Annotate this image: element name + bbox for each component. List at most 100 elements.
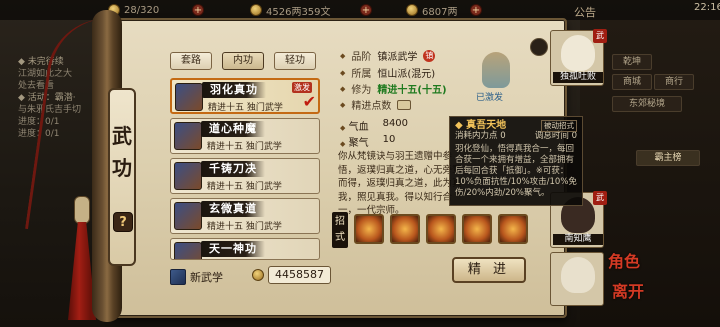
skill-level: 精进十五 独门武学	[207, 182, 282, 192]
help-button[interactable]: ?	[113, 212, 133, 232]
menu-button[interactable]: 东郊秘境	[612, 96, 682, 112]
cost-value: 0	[500, 131, 506, 141]
tab-internal[interactable]: 内功	[222, 52, 264, 70]
meditating-figure-icon	[482, 52, 510, 88]
skill-row[interactable]: 羽化真功 精进十五 独门武学 激发 ✔	[170, 78, 320, 114]
silver-icon	[406, 4, 418, 16]
book-icon	[174, 242, 202, 259]
skill-description: 你从梵镜诀与羽王遗赠中参悟，返璞归真之道，心无旁骛而得，返璞归真之道，此为真我，…	[338, 151, 462, 216]
menu-button[interactable]: 商行	[654, 74, 694, 90]
new-skill-button[interactable]: 新武学	[170, 268, 240, 286]
move-slot[interactable]	[354, 214, 384, 244]
cd-value: 0	[571, 131, 577, 141]
diamond-icon: ◆	[340, 124, 346, 132]
coin-icon	[250, 4, 262, 16]
skill-level: 精进十五 独门武学	[207, 142, 282, 152]
move-slot[interactable]	[462, 214, 492, 244]
side-title: 武功	[112, 124, 132, 180]
points-label: 精进点数	[351, 101, 392, 112]
close-icon[interactable]	[530, 38, 548, 56]
hero-portrait	[561, 35, 595, 71]
add-stamina-button[interactable]: +	[192, 4, 204, 16]
rank-label: 品阶	[351, 52, 372, 63]
practice-button[interactable]: 精 进	[452, 257, 526, 283]
diamond-icon: ◆	[340, 51, 346, 60]
school-row: ◆ 所属 恒山派(混元)	[340, 65, 436, 81]
rank-tag: 镇	[423, 49, 436, 62]
school-label: 所属	[351, 69, 372, 80]
menu-button[interactable]: 乾坤	[612, 54, 652, 70]
hero-card[interactable]	[550, 252, 604, 306]
activated-label: 已激发	[476, 93, 504, 103]
stamina-value: 28/320	[124, 4, 160, 16]
move-slot[interactable]	[498, 214, 528, 244]
cultivation-label: 修为	[351, 85, 372, 96]
tooltip-title-text: 真吾天地	[466, 120, 507, 131]
diamond-icon: ◆	[340, 68, 346, 77]
diamond-icon: ◆	[340, 140, 346, 148]
cost-label: 消耗内力点	[455, 131, 498, 141]
diamond-icon: ◆	[340, 100, 346, 109]
book-icon	[174, 202, 202, 230]
book-icon	[174, 162, 202, 190]
equipped-check-icon: ✔	[302, 92, 316, 111]
book-icon	[175, 83, 203, 111]
qi-value: 10	[382, 134, 396, 145]
skill-row[interactable]: 道心种魔 精进十五 独门武学	[170, 118, 320, 154]
points-row: ◆ 精进点数	[340, 97, 412, 112]
hero-tag: 武	[593, 29, 607, 43]
cultivation-row: ◆ 修为 精进十五(十五)	[340, 81, 447, 97]
clock: 22:16	[694, 2, 720, 13]
hp-label: 气血	[348, 122, 369, 133]
diamond-icon: ◆	[340, 84, 346, 93]
coin-counter: 4526两359文	[250, 3, 331, 18]
menu-button[interactable]: 霸主榜	[636, 150, 700, 166]
move-tooltip: ◆ 真吾天地 被动招式 消耗内力点 0 调息时间 0 羽化登仙，悟得真我合一，每…	[449, 116, 583, 206]
skill-level: 精进十五 独门武学	[207, 222, 282, 232]
move-slot[interactable]	[426, 214, 456, 244]
qi-label: 聚气	[348, 138, 369, 149]
tassel-knot	[74, 196, 90, 224]
hero-portrait	[561, 257, 595, 293]
tab-routine[interactable]: 套路	[170, 52, 212, 70]
notice-button[interactable]: 公告	[574, 4, 596, 20]
hero-name: 南知鹰	[553, 234, 603, 245]
new-skill-icon	[170, 269, 186, 285]
points-icon	[397, 99, 412, 110]
cd-label: 调息时间	[534, 131, 569, 141]
cultivation-value: 精进十五(十五)	[377, 85, 447, 96]
move-slot[interactable]	[390, 214, 420, 244]
hero-card[interactable]: 独孤吐败 武	[550, 29, 607, 86]
menu-button[interactable]: 商城	[612, 74, 652, 90]
hp-row: ◆ 气血 8400	[340, 118, 408, 133]
tab-lightness[interactable]: 轻功	[274, 52, 316, 70]
school-value: 恒山派(混元)	[377, 69, 436, 80]
new-skill-label: 新武学	[190, 271, 223, 284]
skill-name: 羽化真功	[202, 82, 266, 98]
skill-name: 道心种魔	[201, 121, 265, 137]
tooltip-badge: 被动招式	[541, 120, 577, 132]
hero-name: 独孤吐败	[553, 72, 603, 83]
silver-value: 6807两	[422, 6, 458, 18]
role-label[interactable]: 角色	[608, 248, 640, 272]
hp-value: 8400	[382, 118, 409, 129]
skill-level: 精进十五 独门武学	[208, 103, 283, 113]
money-display: 4458587	[252, 266, 331, 284]
add-silver-button[interactable]: +	[470, 4, 482, 16]
rank-row: ◆ 品阶 镇派武学 镇	[340, 48, 436, 63]
qi-row: ◆ 聚气 10	[340, 134, 395, 149]
skill-name: 天一神功	[201, 241, 265, 257]
tooltip-body: 羽化登仙，悟得真我合一，每回合获一个来拥有增益，全部拥有后每回合获「抵御」。※可…	[455, 144, 577, 198]
hero-tag: 武	[593, 191, 607, 205]
rank-value: 镇派武学	[377, 52, 418, 63]
tooltip-cost-row: 消耗内力点 0 调息时间 0	[455, 131, 577, 142]
skill-row[interactable]: 天一神功	[170, 238, 320, 260]
money-value: 4458587	[268, 266, 331, 284]
add-coin-button[interactable]: +	[360, 4, 372, 16]
skill-row[interactable]: 玄微真道 精进十五 独门武学	[170, 198, 320, 234]
skill-row[interactable]: 千铸刀决 精进十五 独门武学	[170, 158, 320, 194]
skill-name: 千铸刀决	[201, 161, 265, 177]
moves-label: 招式	[332, 212, 348, 248]
skill-screen: 28/320 + 4526两359文 + 6807两 + 公告 22:16 ◆ …	[0, 0, 720, 327]
leave-label[interactable]: 离开	[612, 278, 644, 302]
